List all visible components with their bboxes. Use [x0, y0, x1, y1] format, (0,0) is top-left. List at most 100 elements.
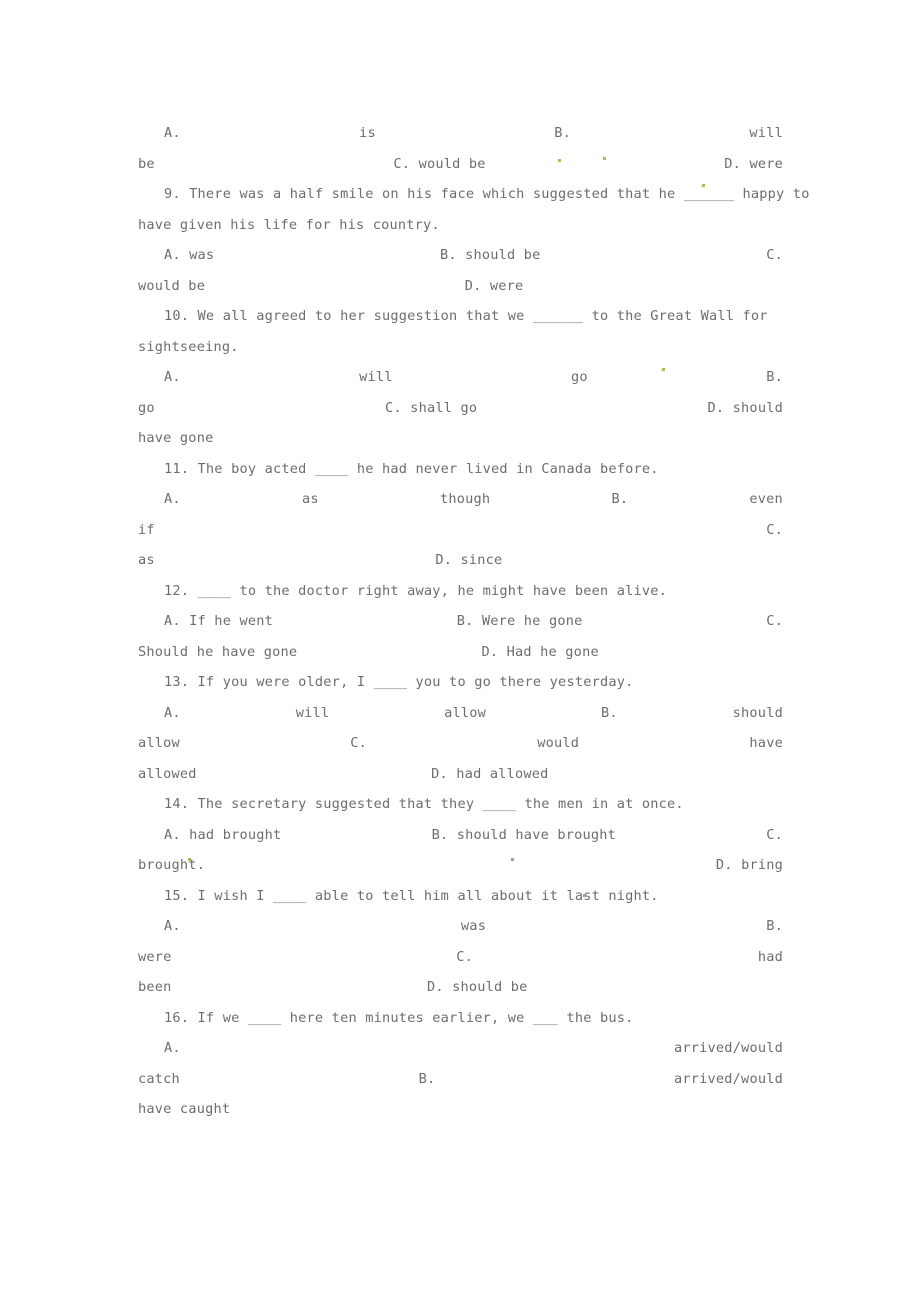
line-segment: catch: [138, 1070, 180, 1087]
justified-line: allow C. would have: [138, 728, 783, 759]
line-text: have caught: [138, 1101, 231, 1117]
line-segment: though: [439, 491, 491, 507]
text-line: if C.: [138, 515, 783, 546]
text-line: would be D. were: [138, 271, 783, 302]
text-line: 16. If we ____ here ten minutes earlier,…: [138, 1003, 783, 1034]
line-segment: go: [571, 369, 588, 385]
line-segment: C. would be: [393, 155, 486, 172]
text-line: A. had brought B. should have brought C.: [138, 820, 783, 851]
justified-line: if C.: [138, 515, 783, 546]
justified-line: would be D. were: [138, 271, 783, 302]
line-text: sightseeing.: [138, 338, 239, 355]
justified-line: be C. would be D. were: [138, 149, 783, 180]
line-segment: D. Had he gone: [481, 643, 599, 660]
text-line: go C. shall go D. should: [138, 393, 783, 424]
scan-artifact: [188, 858, 191, 861]
justified-line: A. was B.: [138, 911, 783, 942]
text-line: have caught: [138, 1094, 783, 1125]
text-line: allow C. would have: [138, 728, 783, 759]
line-segment: A.: [164, 704, 181, 721]
justified-line: were C. had: [138, 942, 783, 973]
line-text: 10. We all agreed to her suggestion that…: [164, 308, 768, 324]
line-segment: D. should be: [426, 979, 528, 995]
text-line: 13. If you were older, I ____ you to go …: [138, 667, 783, 698]
text-line: 11. The boy acted ____ he had never live…: [138, 454, 783, 485]
line-segment: were: [138, 948, 172, 965]
line-segment: C. shall go: [385, 399, 478, 416]
line-segment: C.: [766, 521, 783, 538]
line-segment: if: [138, 521, 155, 538]
text-line: sightseeing.: [138, 332, 783, 363]
line-segment: A. If he went: [164, 613, 273, 629]
scan-artifact: [583, 894, 586, 897]
text-line: 15. I wish I ____ able to tell him all a…: [138, 881, 783, 912]
justified-line: A. will allow B. should: [138, 698, 783, 729]
line-text: have given his life for his country.: [138, 216, 440, 233]
line-segment: is: [359, 125, 376, 141]
line-segment: allow: [138, 735, 180, 751]
justified-line: A. as though B. even: [138, 484, 783, 515]
line-segment: will: [359, 369, 393, 385]
justified-line: been D. should be: [138, 972, 783, 1003]
justified-line: A. was B. should be C.: [138, 240, 783, 271]
line-segment: A. was: [164, 247, 215, 263]
line-text: 14. The secretary suggested that they __…: [164, 796, 684, 812]
line-segment: A. had brought: [164, 826, 282, 843]
line-segment: would be: [138, 277, 206, 294]
line-segment: allowed: [138, 765, 197, 782]
text-line: been D. should be: [138, 972, 783, 1003]
line-segment: been: [138, 979, 172, 995]
line-segment: C.: [766, 613, 783, 629]
text-line: 12. ____ to the doctor right away, he mi…: [138, 576, 783, 607]
text-line: were C. had: [138, 942, 783, 973]
scan-artifact: [603, 157, 606, 160]
line-segment: go: [138, 399, 155, 416]
line-segment: D. had allowed: [431, 765, 549, 782]
line-segment: B.: [611, 491, 629, 507]
line-segment: A.: [164, 1040, 181, 1056]
text-line: have gone: [138, 423, 783, 454]
text-line: A. will allow B. should: [138, 698, 783, 729]
text-line: A. as though B. even: [138, 484, 783, 515]
justified-line: A. arrived/would: [138, 1033, 783, 1064]
justified-line: A. is B. will: [138, 118, 783, 149]
line-text: have gone: [138, 430, 214, 446]
line-segment: even: [749, 491, 783, 507]
text-line: 14. The secretary suggested that they __…: [138, 789, 783, 820]
line-segment: will: [749, 125, 783, 141]
line-segment: D. should: [707, 399, 783, 416]
line-segment: A.: [164, 369, 181, 385]
line-segment: had: [757, 948, 783, 965]
text-line: 9. There was a half smile on his face wh…: [138, 179, 809, 210]
justified-line: A. If he went B. Were he gone C.: [138, 606, 783, 637]
text-line: A. arrived/would: [138, 1033, 783, 1064]
justified-line: catch B. arrived/would: [138, 1064, 783, 1095]
line-segment: D. bring: [715, 857, 783, 873]
justified-line: go C. shall go D. should: [138, 393, 783, 424]
document-page: A. is B. will be C. would be D. were 9. There w…: [138, 118, 809, 1125]
text-line: A. was B.: [138, 911, 783, 942]
line-segment: allow: [444, 704, 487, 721]
line-segment: A.: [164, 918, 181, 934]
justified-line: allowed D. had allowed: [138, 759, 783, 790]
line-segment: D. since: [435, 552, 503, 568]
line-segment: D. were: [464, 277, 524, 294]
text-line: 10. We all agreed to her suggestion that…: [138, 301, 783, 332]
line-segment: B.: [418, 1070, 436, 1087]
line-segment: should: [732, 704, 783, 721]
text-line: A. was B. should be C.: [138, 240, 783, 271]
text-line: allowed D. had allowed: [138, 759, 783, 790]
line-segment: B.: [554, 125, 572, 141]
line-segment: B.: [766, 369, 783, 385]
line-segment: arrived/would: [674, 1040, 783, 1056]
line-segment: C.: [350, 735, 367, 751]
text-line: Should he have gone D. Had he gone: [138, 637, 783, 668]
line-text: 13. If you were older, I ____ you to go …: [164, 674, 634, 690]
line-segment: B. should be: [439, 247, 541, 263]
line-segment: B.: [766, 918, 783, 934]
text-line: as D. since: [138, 545, 783, 576]
justified-line: A. will go B.: [138, 362, 783, 393]
line-segment: B. Were he gone: [456, 613, 583, 629]
line-text: 15. I wish I ____ able to tell him all a…: [164, 887, 659, 904]
text-line: A. is B. will: [138, 118, 783, 149]
